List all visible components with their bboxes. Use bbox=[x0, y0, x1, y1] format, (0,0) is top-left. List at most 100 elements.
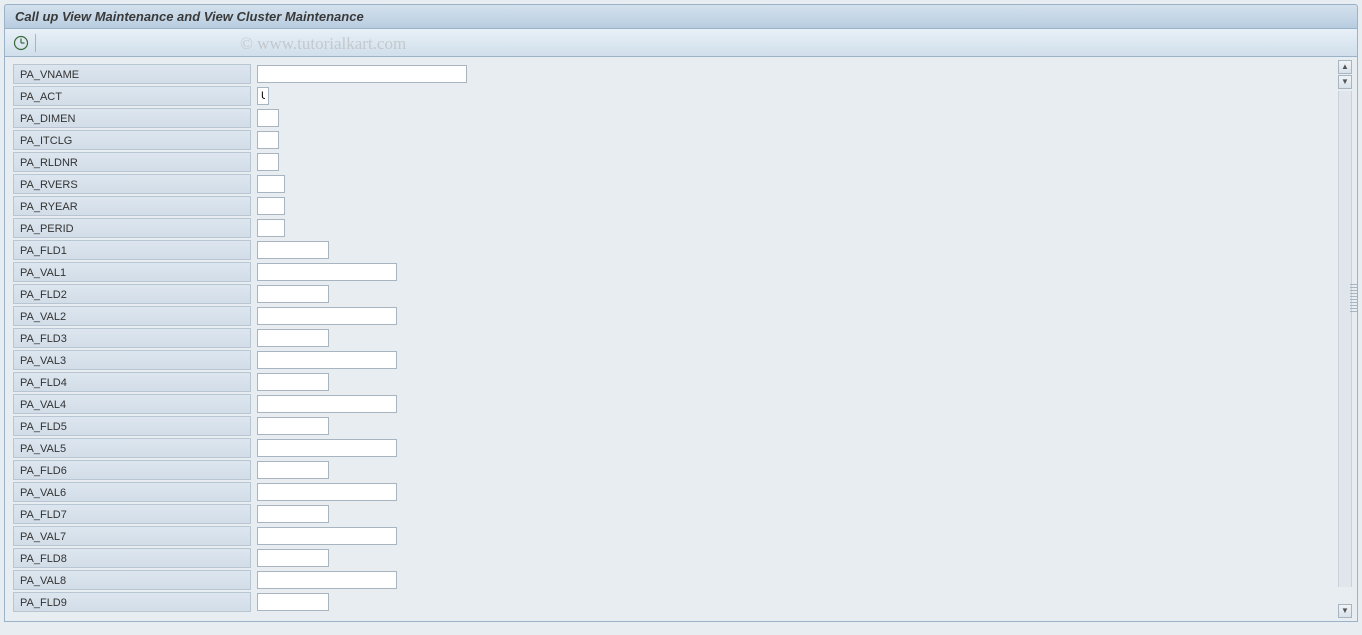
field-input-cell bbox=[257, 175, 285, 193]
field-input[interactable] bbox=[257, 373, 329, 391]
field-label: PA_RLDNR bbox=[13, 152, 251, 172]
field-input[interactable] bbox=[257, 505, 329, 523]
field-input[interactable] bbox=[257, 219, 285, 237]
field-input-cell bbox=[257, 373, 329, 391]
content-area: ▲ ▼ ▲ ▼ PA_VNAMEPA_ACTPA_DIMENPA_ITCLGPA… bbox=[4, 57, 1358, 622]
scroll-down-top-icon[interactable]: ▼ bbox=[1338, 75, 1352, 89]
form-row: PA_VAL3 bbox=[5, 349, 1357, 371]
field-input-cell bbox=[257, 505, 329, 523]
resize-handle-icon[interactable] bbox=[1350, 284, 1358, 314]
field-label: PA_PERID bbox=[13, 218, 251, 238]
field-label: PA_FLD9 bbox=[13, 592, 251, 612]
field-input[interactable] bbox=[257, 329, 329, 347]
form-row: PA_FLD3 bbox=[5, 327, 1357, 349]
field-input[interactable] bbox=[257, 351, 397, 369]
field-input[interactable] bbox=[257, 263, 397, 281]
field-input-cell bbox=[257, 571, 397, 589]
field-label: PA_VNAME bbox=[13, 64, 251, 84]
field-input[interactable] bbox=[257, 549, 329, 567]
field-label: PA_VAL1 bbox=[13, 262, 251, 282]
form-row: PA_DIMEN bbox=[5, 107, 1357, 129]
form-row: PA_RVERS bbox=[5, 173, 1357, 195]
field-label: PA_FLD4 bbox=[13, 372, 251, 392]
field-input[interactable] bbox=[257, 439, 397, 457]
field-label: PA_VAL5 bbox=[13, 438, 251, 458]
field-label: PA_FLD7 bbox=[13, 504, 251, 524]
field-input-cell bbox=[257, 131, 279, 149]
form-row: PA_FLD2 bbox=[5, 283, 1357, 305]
field-input[interactable] bbox=[257, 131, 279, 149]
field-input-cell bbox=[257, 197, 285, 215]
form-row: PA_VAL7 bbox=[5, 525, 1357, 547]
field-input-cell bbox=[257, 285, 329, 303]
form-row: PA_FLD6 bbox=[5, 459, 1357, 481]
field-label: PA_DIMEN bbox=[13, 108, 251, 128]
field-label: PA_VAL4 bbox=[13, 394, 251, 414]
form-row: PA_RLDNR bbox=[5, 151, 1357, 173]
field-label: PA_FLD8 bbox=[13, 548, 251, 568]
field-input[interactable] bbox=[257, 175, 285, 193]
toolbar-divider bbox=[35, 34, 36, 52]
field-input[interactable] bbox=[257, 285, 329, 303]
field-input-cell bbox=[257, 65, 467, 83]
field-input-cell bbox=[257, 483, 397, 501]
field-input[interactable] bbox=[257, 461, 329, 479]
field-label: PA_RYEAR bbox=[13, 196, 251, 216]
field-input-cell bbox=[257, 593, 329, 611]
field-label: PA_FLD2 bbox=[13, 284, 251, 304]
form-row: PA_ITCLG bbox=[5, 129, 1357, 151]
field-input[interactable] bbox=[257, 241, 329, 259]
field-input-cell bbox=[257, 527, 397, 545]
field-label: PA_FLD6 bbox=[13, 460, 251, 480]
form-row: PA_VAL4 bbox=[5, 393, 1357, 415]
field-input[interactable] bbox=[257, 395, 397, 413]
field-input-cell bbox=[257, 219, 285, 237]
form-row: PA_ACT bbox=[5, 85, 1357, 107]
field-input[interactable] bbox=[257, 417, 329, 435]
field-label: PA_ACT bbox=[13, 86, 251, 106]
field-input-cell bbox=[257, 417, 329, 435]
toolbar bbox=[4, 29, 1358, 57]
field-input[interactable] bbox=[257, 593, 329, 611]
form-row: PA_VAL5 bbox=[5, 437, 1357, 459]
field-label: PA_FLD3 bbox=[13, 328, 251, 348]
form-row: PA_FLD7 bbox=[5, 503, 1357, 525]
form-row: PA_FLD8 bbox=[5, 547, 1357, 569]
field-label: PA_VAL7 bbox=[13, 526, 251, 546]
form-row: PA_VAL8 bbox=[5, 569, 1357, 591]
field-input[interactable] bbox=[257, 109, 279, 127]
field-input-cell bbox=[257, 109, 279, 127]
field-input[interactable] bbox=[257, 527, 397, 545]
field-input-cell bbox=[257, 153, 279, 171]
scroll-down-bottom-icon[interactable]: ▼ bbox=[1338, 604, 1352, 618]
field-input[interactable] bbox=[257, 307, 397, 325]
form-row: PA_RYEAR bbox=[5, 195, 1357, 217]
field-input[interactable] bbox=[257, 153, 279, 171]
field-label: PA_VAL6 bbox=[13, 482, 251, 502]
field-label: PA_ITCLG bbox=[13, 130, 251, 150]
field-input[interactable] bbox=[257, 65, 467, 83]
form-row: PA_FLD1 bbox=[5, 239, 1357, 261]
field-label: PA_RVERS bbox=[13, 174, 251, 194]
form-row: PA_VAL2 bbox=[5, 305, 1357, 327]
field-label: PA_VAL3 bbox=[13, 350, 251, 370]
field-input-cell bbox=[257, 439, 397, 457]
field-input-cell bbox=[257, 549, 329, 567]
form-row: PA_FLD9 bbox=[5, 591, 1357, 613]
page-title: Call up View Maintenance and View Cluste… bbox=[4, 4, 1358, 29]
field-input[interactable] bbox=[257, 87, 269, 105]
form-row: PA_VAL6 bbox=[5, 481, 1357, 503]
scroll-up-bottom-icon[interactable]: ▲ bbox=[1338, 60, 1352, 74]
field-input-cell bbox=[257, 263, 397, 281]
field-input-cell bbox=[257, 461, 329, 479]
form-row: PA_PERID bbox=[5, 217, 1357, 239]
field-input[interactable] bbox=[257, 571, 397, 589]
field-input-cell bbox=[257, 329, 329, 347]
field-input-cell bbox=[257, 351, 397, 369]
field-input[interactable] bbox=[257, 483, 397, 501]
field-input-cell bbox=[257, 395, 397, 413]
scrollbar-track[interactable] bbox=[1338, 91, 1352, 587]
field-input[interactable] bbox=[257, 197, 285, 215]
field-label: PA_FLD1 bbox=[13, 240, 251, 260]
execute-icon[interactable] bbox=[13, 35, 29, 51]
